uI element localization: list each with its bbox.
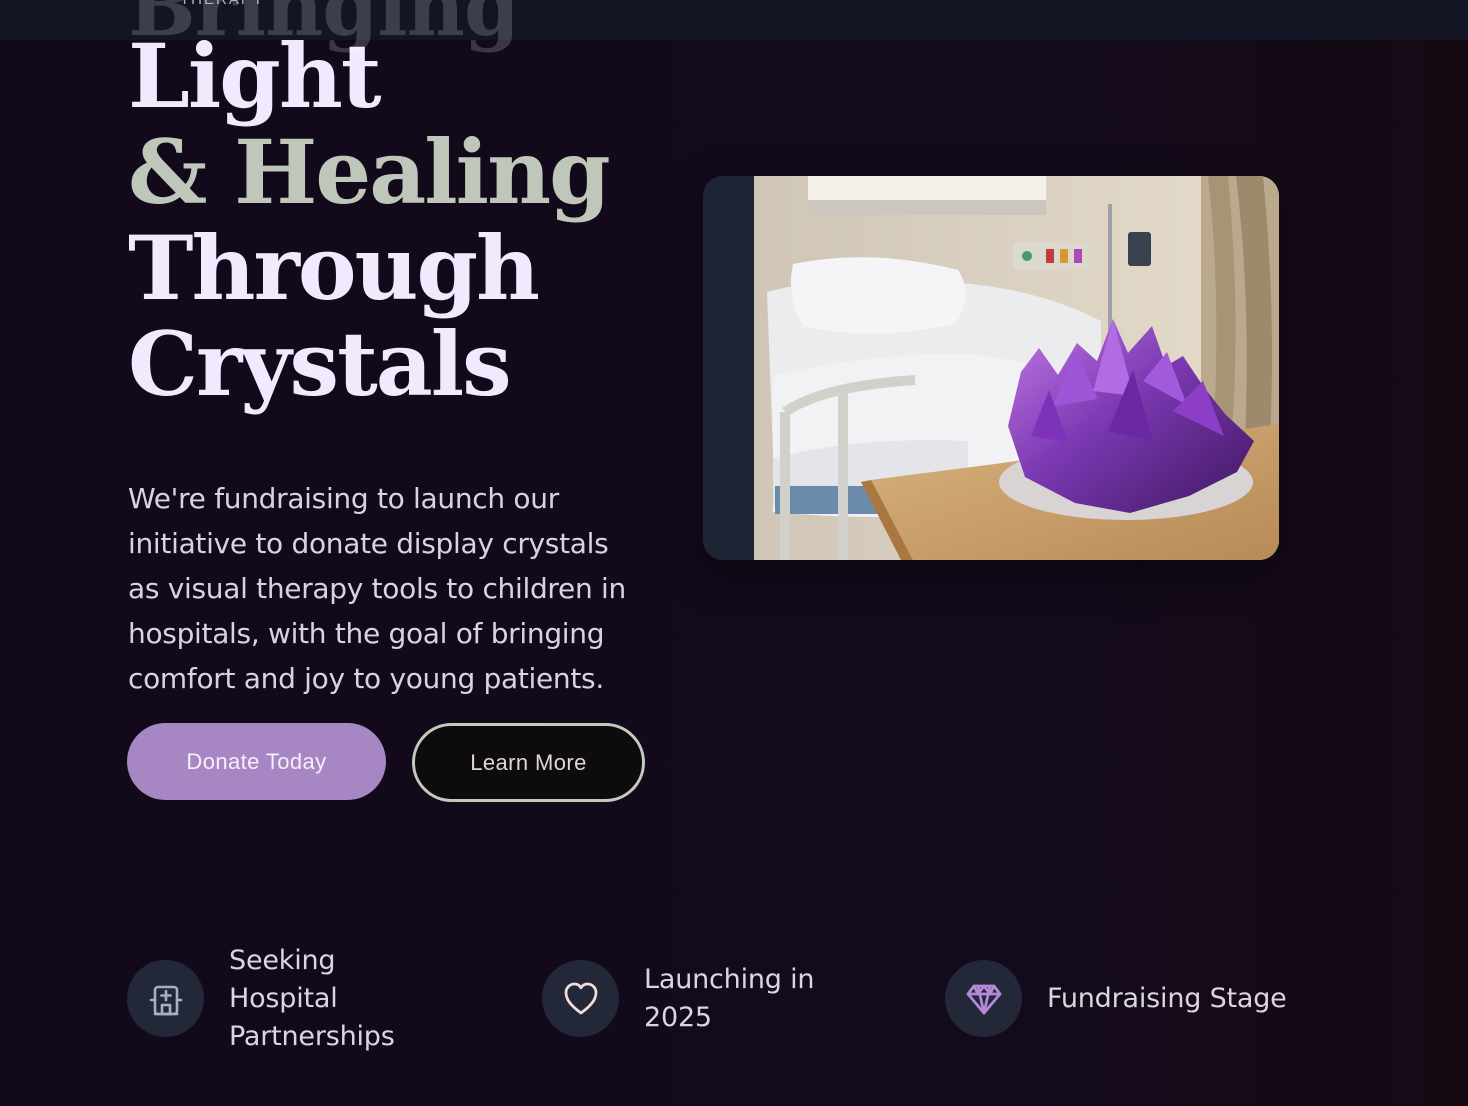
diamond-icon-circle bbox=[945, 960, 1022, 1037]
title-line-crystals: Crystals bbox=[128, 312, 512, 416]
title-line-through: Through bbox=[128, 216, 540, 320]
feature-launching: Launching in 2025 bbox=[542, 960, 882, 1037]
donate-button[interactable]: Donate Today bbox=[127, 723, 386, 800]
feature-fundraising: Fundraising Stage bbox=[945, 960, 1305, 1037]
hero-title: Light & Healing Through Crystals bbox=[128, 24, 611, 416]
hero-description: We're fundraising to launch our initiati… bbox=[128, 482, 626, 695]
hospital-icon bbox=[149, 985, 182, 1015]
feature-label: Fundraising Stage bbox=[1047, 982, 1287, 1014]
eyebrow-text: THERAPY bbox=[180, 0, 265, 8]
learn-more-button[interactable]: Learn More bbox=[412, 723, 645, 802]
heart-icon bbox=[564, 982, 597, 1014]
diamond-icon bbox=[966, 984, 1001, 1014]
hospital-icon-circle bbox=[127, 960, 204, 1037]
feature-label: Launching in 2025 bbox=[644, 963, 815, 1033]
heart-icon-circle bbox=[542, 960, 619, 1037]
hospital-crystal-image bbox=[703, 176, 1279, 560]
title-line-light: Light bbox=[128, 24, 381, 128]
feature-label: Seeking Hospital Partnerships bbox=[229, 944, 395, 1052]
title-line-healing: & Healing bbox=[128, 120, 611, 224]
hero-image-card bbox=[703, 176, 1279, 560]
feature-hospital-partnerships: Seeking Hospital Partnerships bbox=[127, 945, 457, 1052]
